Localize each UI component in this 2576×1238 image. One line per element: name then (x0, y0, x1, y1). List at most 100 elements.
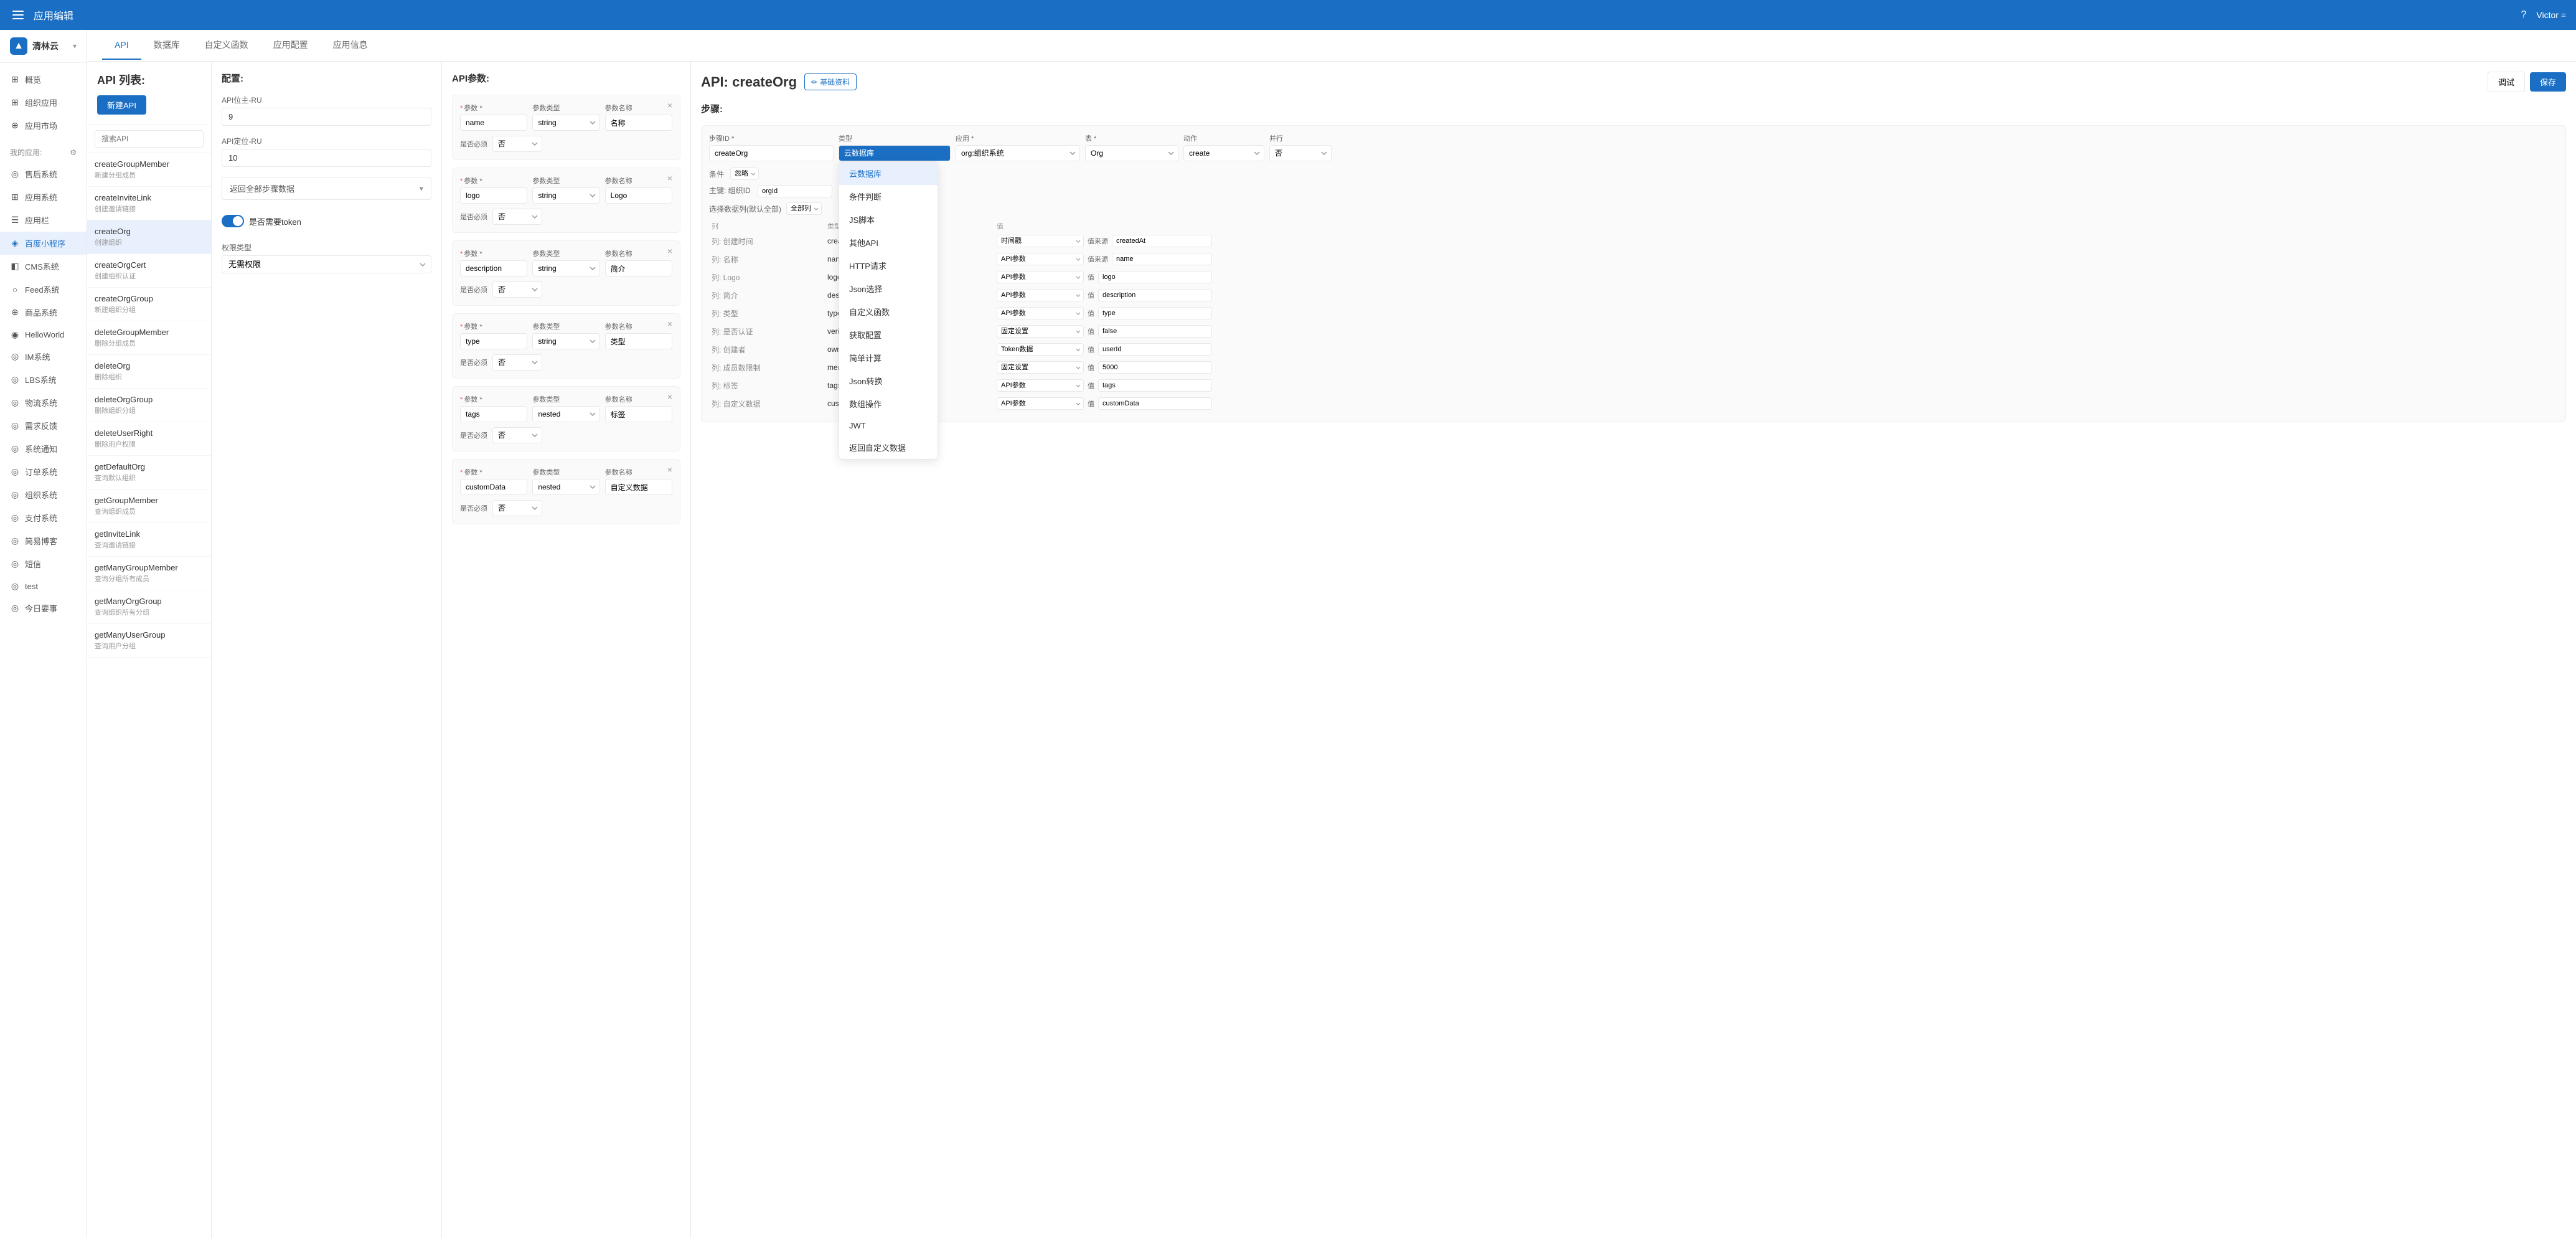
api-list-item[interactable]: getManyOrgGroup 查询组织所有分组 (87, 590, 211, 624)
token-toggle-switch[interactable] (222, 215, 244, 227)
step-id-input[interactable] (709, 145, 834, 161)
api-list-item[interactable]: getManyGroupMember 查询分组所有成员 (87, 557, 211, 590)
field-value-input[interactable] (1098, 379, 1212, 392)
param-logo-alias-input[interactable] (605, 187, 672, 204)
dropdown-cloud-db[interactable]: 云数据库 (839, 162, 938, 185)
api-list-item[interactable]: createGroupMember 新建分组成员 (87, 153, 211, 187)
dropdown-json-convert[interactable]: Json转换 (839, 369, 938, 392)
field-source-select[interactable]: API参数 (997, 289, 1084, 301)
dropdown-other-api[interactable]: 其他API (839, 231, 938, 254)
sidebar-item-today[interactable]: ◎ 今日要事 (0, 597, 87, 620)
dropdown-array-op[interactable]: 数组操作 (839, 392, 938, 415)
field-source-select[interactable]: 固定设置 (997, 325, 1084, 338)
sidebar-item-blog[interactable]: ◎ 简易博客 (0, 529, 87, 552)
dropdown-get-config[interactable]: 获取配置 (839, 323, 938, 346)
return-all-button[interactable]: 返回全部步骤数据 ▾ (222, 177, 431, 200)
param-type-input[interactable] (460, 333, 527, 349)
field-value-input[interactable] (1098, 325, 1212, 338)
param-type-select[interactable]: nested (532, 406, 599, 422)
tab-app-config[interactable]: 应用配置 (261, 30, 321, 61)
param-close-button[interactable]: × (665, 392, 675, 402)
save-button[interactable]: 保存 (2530, 72, 2566, 92)
field-source-select[interactable]: 时间戳 (997, 235, 1084, 247)
select-cols-select[interactable]: 全部列 (786, 202, 822, 215)
param-desc-input[interactable] (460, 260, 527, 276)
sidebar-item-notify[interactable]: ◎ 系统通知 (0, 437, 87, 460)
step-type-select[interactable]: 云数据库 (839, 145, 951, 161)
param-required-select[interactable]: 否 (492, 136, 542, 152)
dropdown-simple-calc[interactable]: 简单计算 (839, 346, 938, 369)
param-tags-alias-input[interactable] (605, 406, 672, 422)
param-logo-input[interactable] (460, 187, 527, 204)
field-source-select[interactable]: API参数 (997, 397, 1084, 410)
step-table-select[interactable]: Org (1085, 145, 1178, 161)
param-required-select[interactable]: 否 (492, 354, 542, 371)
param-name-input[interactable] (460, 115, 527, 131)
param-type-select[interactable]: string (532, 260, 599, 276)
tab-app-info[interactable]: 应用信息 (321, 30, 380, 61)
param-required-select[interactable]: 否 (492, 427, 542, 443)
sidebar-item-baidu[interactable]: ◈ 百度小程序 (0, 232, 87, 255)
param-close-button[interactable]: × (665, 465, 675, 475)
param-required-select[interactable]: 否 (492, 281, 542, 298)
param-alias-input[interactable] (605, 115, 672, 131)
sidebar-item-hello[interactable]: ◉ HelloWorld (0, 324, 87, 345)
param-type-select[interactable]: nested (532, 479, 599, 495)
field-source-select[interactable]: API参数 (997, 271, 1084, 283)
api-list-item[interactable]: getInviteLink 查询邀请链接 (87, 523, 211, 557)
new-api-button[interactable]: 新建API (97, 95, 146, 115)
sidebar-item-sms[interactable]: ◎ 短信 (0, 552, 87, 575)
param-close-button[interactable]: × (665, 100, 675, 110)
field-value-input[interactable] (1112, 253, 1212, 265)
param-customdata-input[interactable] (460, 479, 527, 495)
sidebar-item-im[interactable]: ◎ IM系统 (0, 345, 87, 368)
field-source-select[interactable]: Token数据 (997, 343, 1084, 356)
param-required-select[interactable]: 否 (492, 209, 542, 225)
sidebar-item-appbar[interactable]: ☰ 应用栏 (0, 209, 87, 232)
sidebar-item-feedback[interactable]: ◎ 需求反馈 (0, 414, 87, 437)
sidebar-item-goods[interactable]: ⊕ 商品系统 (0, 301, 87, 324)
sidebar-item-lbs[interactable]: ◎ LBS系统 (0, 368, 87, 391)
param-close-button[interactable]: × (665, 319, 675, 329)
api-list-item[interactable]: createOrgGroup 新建组织分组 (87, 288, 211, 321)
field-value-input[interactable] (1098, 361, 1212, 374)
my-apps-settings-icon[interactable]: ⚙ (70, 148, 77, 157)
sidebar-item-app-market[interactable]: ⊕ 应用市场 (0, 114, 87, 137)
param-customdata-alias-input[interactable] (605, 479, 672, 495)
param-type-select[interactable]: string (532, 115, 599, 131)
sidebar-item-org-sys[interactable]: ◎ 组织系统 (0, 483, 87, 506)
dropdown-return-custom[interactable]: 返回自定义数据 (839, 436, 938, 459)
api-list-item[interactable]: getManyUserGroup 查询用户分组 (87, 624, 211, 658)
api-search-input[interactable] (95, 130, 204, 148)
tab-database[interactable]: 数据库 (141, 30, 192, 61)
param-type-select[interactable]: string (532, 333, 599, 349)
field-source-select[interactable]: 固定设置 (997, 361, 1084, 374)
help-icon[interactable]: ? (2521, 9, 2526, 21)
dropdown-custom-fn[interactable]: 自定义函数 (839, 300, 938, 323)
user-label[interactable]: Victor = (2536, 10, 2566, 20)
sidebar-item-order[interactable]: ◎ 订单系统 (0, 460, 87, 483)
api-list-item[interactable]: getDefaultOrg 查询默认组织 (87, 456, 211, 489)
dropdown-js-script[interactable]: JS脚本 (839, 208, 938, 231)
app-dropdown-icon[interactable]: ▾ (73, 42, 77, 50)
field-value-input[interactable] (1098, 343, 1212, 356)
field-value-input[interactable] (1098, 271, 1212, 283)
sidebar-item-logistics[interactable]: ◎ 物流系统 (0, 391, 87, 414)
step-app-select[interactable]: org:组织系统 (956, 145, 1080, 161)
dropdown-json-select[interactable]: Json选择 (839, 277, 938, 300)
api-list-item[interactable]: createInviteLink 创建邀请链接 (87, 187, 211, 220)
step-concurrent-select[interactable]: 否 (1269, 145, 1332, 161)
step-action-select[interactable]: create (1183, 145, 1264, 161)
field-value-input[interactable] (1098, 397, 1212, 410)
field-value-input[interactable] (1098, 289, 1212, 301)
param-close-button[interactable]: × (665, 173, 675, 183)
api-list-item[interactable]: getGroupMember 查询组织成员 (87, 489, 211, 523)
dropdown-jwt[interactable]: JWT (839, 415, 938, 436)
param-desc-alias-input[interactable] (605, 260, 672, 276)
field-source-select[interactable]: API参数 (997, 253, 1084, 265)
api-list-item[interactable]: deleteUserRight 删除用户权限 (87, 422, 211, 456)
field-source-select[interactable]: API参数 (997, 379, 1084, 392)
api-list-item[interactable]: deleteOrg 删除组织 (87, 355, 211, 389)
tab-custom-fn[interactable]: 自定义函数 (192, 30, 261, 61)
param-type-alias-input[interactable] (605, 333, 672, 349)
